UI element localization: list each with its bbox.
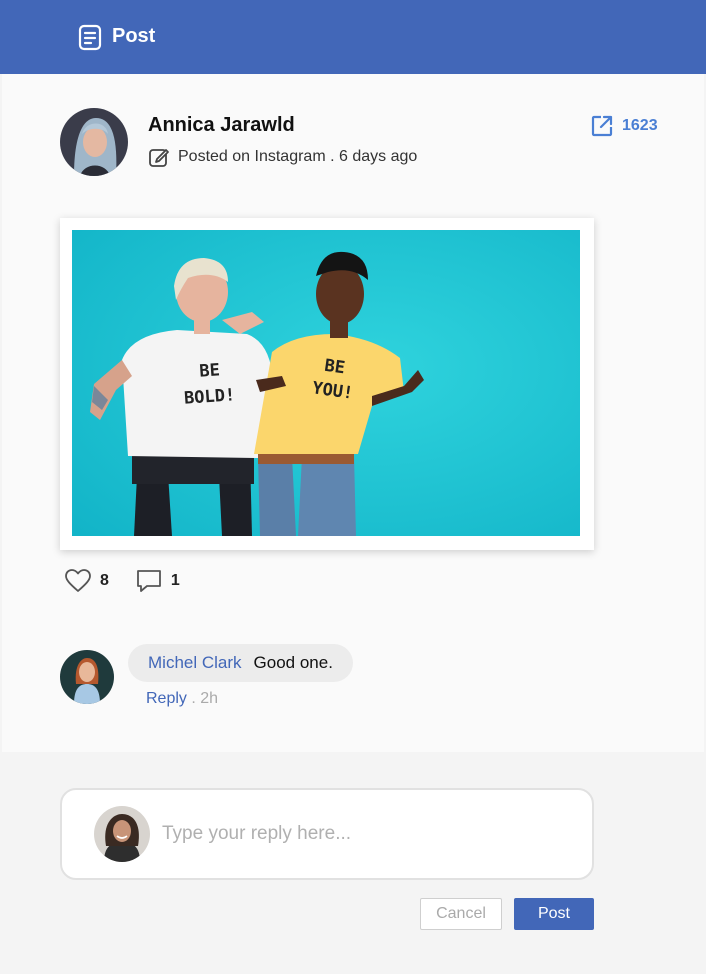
reply-input[interactable] [162,820,562,848]
like-button[interactable]: 8 [64,568,109,594]
reply-box [60,788,594,880]
post-meta-text: Posted on Instagram . 6 days ago [178,148,418,165]
comment-time: . 2h [186,690,219,707]
comment-icon [137,570,161,592]
post-image-frame: BE BOLD! BE YOU! [60,218,594,550]
svg-text:BOLD!: BOLD! [183,385,235,409]
like-count: 8 [100,572,109,589]
post-button[interactable]: Post [514,898,594,930]
comment-button[interactable]: 1 [135,568,180,594]
comment-count: 1 [170,572,180,589]
current-user-avatar [94,806,150,862]
post-image[interactable]: BE BOLD! BE YOU! [72,230,580,536]
edit-icon [149,149,169,167]
author-avatar[interactable] [60,108,128,176]
page-title: Post [112,25,156,47]
commenter-name[interactable]: Michel Clark [148,653,242,673]
document-icon [78,24,102,51]
post-card: Annica Jarawld Posted on Instagram . 6 d… [2,74,704,752]
external-link-icon [591,115,613,137]
comment-actions: Reply . 2h [146,690,218,708]
post-meta: Posted on Instagram . 6 days ago [148,146,417,168]
top-bar: Post [0,0,706,74]
comment-text: Good one. [253,653,333,672]
reply-link[interactable]: Reply [146,690,187,707]
svg-text:BE: BE [323,356,346,379]
share-button[interactable]: 1623 [590,114,658,138]
svg-text:BE: BE [199,360,221,381]
heart-icon [65,569,91,592]
author-name[interactable]: Annica Jarawld [148,114,295,137]
post-stats: 8 1 [64,568,180,594]
commenter-avatar[interactable] [60,650,114,704]
comment-bubble: Michel Clark Good one. [128,644,353,682]
share-count: 1623 [622,117,658,134]
cancel-button[interactable]: Cancel [420,898,502,930]
